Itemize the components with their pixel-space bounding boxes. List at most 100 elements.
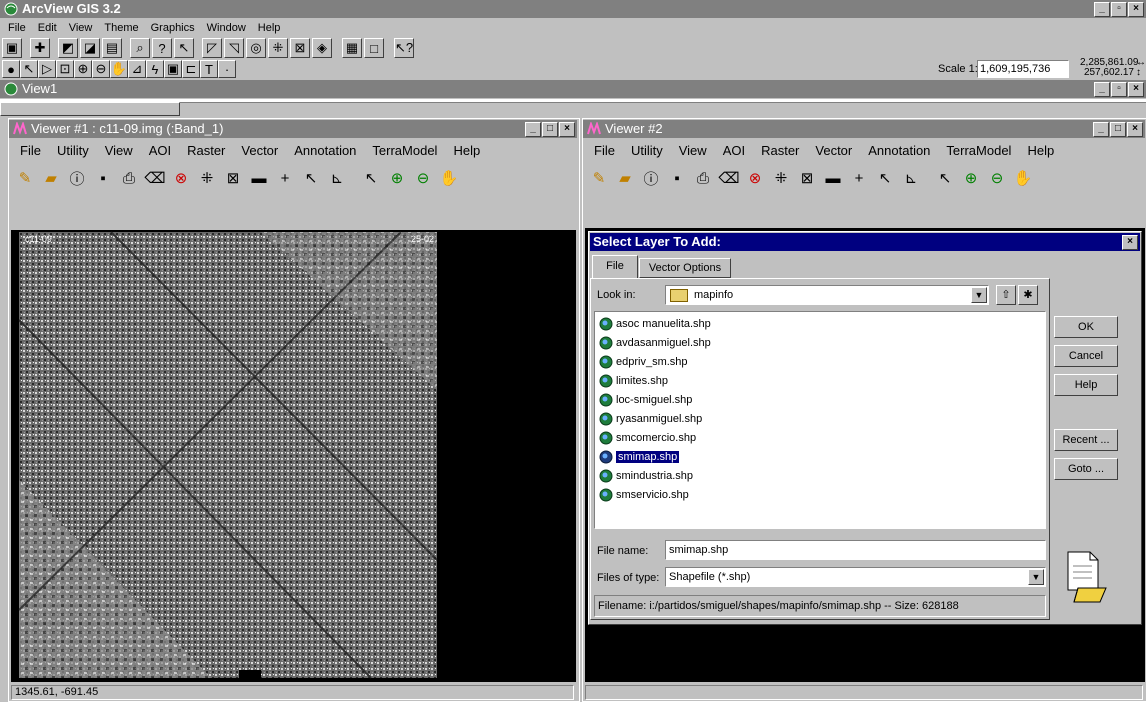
pan-hand-icon[interactable]: ✋ — [110, 60, 128, 78]
viewer2-menu-terramodel[interactable]: TerraModel — [938, 143, 1019, 158]
scale-input[interactable]: 1,609,195,736 — [977, 60, 1069, 78]
list-item[interactable]: avdasanmiguel.shp — [599, 333, 1045, 352]
cancel-button[interactable]: Cancel — [1054, 345, 1118, 367]
file-list[interactable]: asoc manuelita.shp avdasanmiguel.shp edp… — [594, 311, 1046, 529]
zoom-out-tool-icon[interactable]: ⊖ — [412, 167, 434, 189]
edit-legend-icon[interactable]: ◪ — [80, 38, 100, 58]
goto-button[interactable]: Goto ... — [1054, 458, 1118, 480]
look-in-dropdown-icon[interactable]: ▼ — [971, 287, 987, 303]
list-item-selected[interactable]: smimap.shp — [599, 447, 1045, 466]
scale-tool-icon-2[interactable]: ⁜ — [770, 167, 792, 189]
view1-maximize-button[interactable]: ▫ — [1111, 82, 1127, 97]
list-item[interactable]: smindustria.shp — [599, 466, 1045, 485]
save-icon-2[interactable]: ▪ — [666, 167, 688, 189]
info-icon[interactable]: ⓘ — [66, 167, 88, 189]
measure-icon[interactable]: ⊿ — [128, 60, 146, 78]
viewer1-maximize-button[interactable]: □ — [542, 122, 558, 137]
list-item[interactable]: edpriv_sm.shp — [599, 352, 1045, 371]
viewer1-menu-vector[interactable]: Vector — [233, 143, 286, 158]
select-feature-icon[interactable]: ⊡ — [56, 60, 74, 78]
viewer2-menu-aoi[interactable]: AOI — [715, 143, 753, 158]
new-folder-icon[interactable]: ✱ — [1018, 285, 1038, 305]
viewer2-maximize-button[interactable]: □ — [1110, 122, 1126, 137]
theme-properties-icon[interactable]: ◩ — [58, 38, 78, 58]
viewer2-menu-vector[interactable]: Vector — [807, 143, 860, 158]
viewer2-close-button[interactable]: × — [1127, 122, 1143, 137]
zoom-selected-icon[interactable]: ◎ — [246, 38, 266, 58]
print-icon[interactable]: ⎙ — [118, 167, 140, 189]
vertex-edit-icon[interactable]: ▷ — [38, 60, 56, 78]
viewer1-canvas[interactable]: c11-09 25-02 — [11, 230, 576, 682]
viewer1-menu-raster[interactable]: Raster — [179, 143, 233, 158]
find-icon[interactable]: ⌕ — [130, 38, 150, 58]
viewer1-menu-utility[interactable]: Utility — [49, 143, 97, 158]
viewer2-menu-raster[interactable]: Raster — [753, 143, 807, 158]
measure-line-icon[interactable]: ▬ — [248, 167, 270, 189]
zoom-previous-icon[interactable]: ◈ — [312, 38, 332, 58]
minimize-button[interactable]: _ — [1094, 2, 1110, 17]
viewer2-menu-annotation[interactable]: Annotation — [860, 143, 938, 158]
area-of-interest-icon[interactable]: ▣ — [164, 60, 182, 78]
select-arrow-icon[interactable]: ↖ — [300, 167, 322, 189]
open-icon-2[interactable]: ✎ — [588, 167, 610, 189]
menu-window[interactable]: Window — [201, 22, 252, 34]
help-button[interactable]: Help — [1054, 374, 1118, 396]
view1-minimize-button[interactable]: _ — [1094, 82, 1110, 97]
tab-vector-options[interactable]: Vector Options — [639, 258, 731, 278]
locate-icon[interactable]: ↖ — [174, 38, 194, 58]
profile-icon-2[interactable]: ⊾ — [900, 167, 922, 189]
file-type-select[interactable]: Shapefile (*.shp) ▼ — [665, 567, 1046, 587]
maximize-button[interactable]: ▫ — [1111, 2, 1127, 17]
label-icon[interactable]: ⊏ — [182, 60, 200, 78]
menu-file[interactable]: File — [2, 22, 32, 34]
viewer1-close-button[interactable]: × — [559, 122, 575, 137]
open-layer-icon[interactable]: ▰ — [40, 167, 62, 189]
open-table-icon[interactable]: ▤ — [102, 38, 122, 58]
text-tool-icon[interactable]: T — [200, 60, 218, 78]
list-item[interactable]: ryasanmiguel.shp — [599, 409, 1045, 428]
open-layer-icon-2[interactable]: ▰ — [614, 167, 636, 189]
save-icon[interactable]: ▪ — [92, 167, 114, 189]
eraser-icon-2[interactable]: ⌫ — [718, 167, 740, 189]
list-item[interactable]: asoc manuelita.shp — [599, 314, 1045, 333]
pan-tool-icon-2[interactable]: ✋ — [1012, 167, 1034, 189]
list-item[interactable]: smcomercio.shp — [599, 428, 1045, 447]
clear-icon[interactable]: ⊗ — [170, 167, 192, 189]
crosshair-icon[interactable]: + — [274, 167, 296, 189]
query-builder-icon[interactable]: ? — [152, 38, 172, 58]
close-button[interactable]: × — [1128, 2, 1144, 17]
look-in-select[interactable]: mapinfo ▼ — [665, 285, 989, 305]
menu-edit[interactable]: Edit — [32, 22, 63, 34]
zoom-in-tool-icon[interactable]: ⊕ — [386, 167, 408, 189]
viewer2-menu-help[interactable]: Help — [1019, 143, 1062, 158]
viewer1-menu-aoi[interactable]: AOI — [141, 143, 179, 158]
save-project-icon[interactable]: ▣ — [2, 38, 22, 58]
menu-view[interactable]: View — [63, 22, 99, 34]
select-features-icon[interactable]: ▦ — [342, 38, 362, 58]
zoom-in-icon[interactable]: ⊕ — [74, 60, 92, 78]
list-item[interactable]: smservicio.shp — [599, 485, 1045, 504]
up-folder-icon[interactable]: ⇧ — [996, 285, 1016, 305]
fit-icon[interactable]: ⊠ — [222, 167, 244, 189]
measure-line-icon-2[interactable]: ▬ — [822, 167, 844, 189]
file-type-dropdown-icon[interactable]: ▼ — [1028, 569, 1044, 585]
pointer-icon[interactable]: ↖ — [20, 60, 38, 78]
fit-icon-2[interactable]: ⊠ — [796, 167, 818, 189]
file-name-input[interactable]: smimap.shp — [665, 540, 1046, 560]
eraser-icon[interactable]: ⌫ — [144, 167, 166, 189]
zoom-full-icon[interactable]: ◸ — [202, 38, 222, 58]
identify-icon[interactable]: ● — [2, 60, 20, 78]
open-icon[interactable]: ✎ — [14, 167, 36, 189]
select-arrow-icon-2[interactable]: ↖ — [874, 167, 896, 189]
profile-icon[interactable]: ⊾ — [326, 167, 348, 189]
print-icon-2[interactable]: ⎙ — [692, 167, 714, 189]
menu-graphics[interactable]: Graphics — [145, 22, 201, 34]
zoom-in-fixed-icon[interactable]: ⁜ — [268, 38, 288, 58]
dialog-close-button[interactable]: × — [1122, 235, 1138, 250]
viewer1-menu-annotation[interactable]: Annotation — [286, 143, 364, 158]
view1-close-button[interactable]: × — [1128, 82, 1144, 97]
clear-icon-2[interactable]: ⊗ — [744, 167, 766, 189]
list-item[interactable]: limites.shp — [599, 371, 1045, 390]
pointer-tool-icon-2[interactable]: ↖ — [934, 167, 956, 189]
viewer2-menu-utility[interactable]: Utility — [623, 143, 671, 158]
